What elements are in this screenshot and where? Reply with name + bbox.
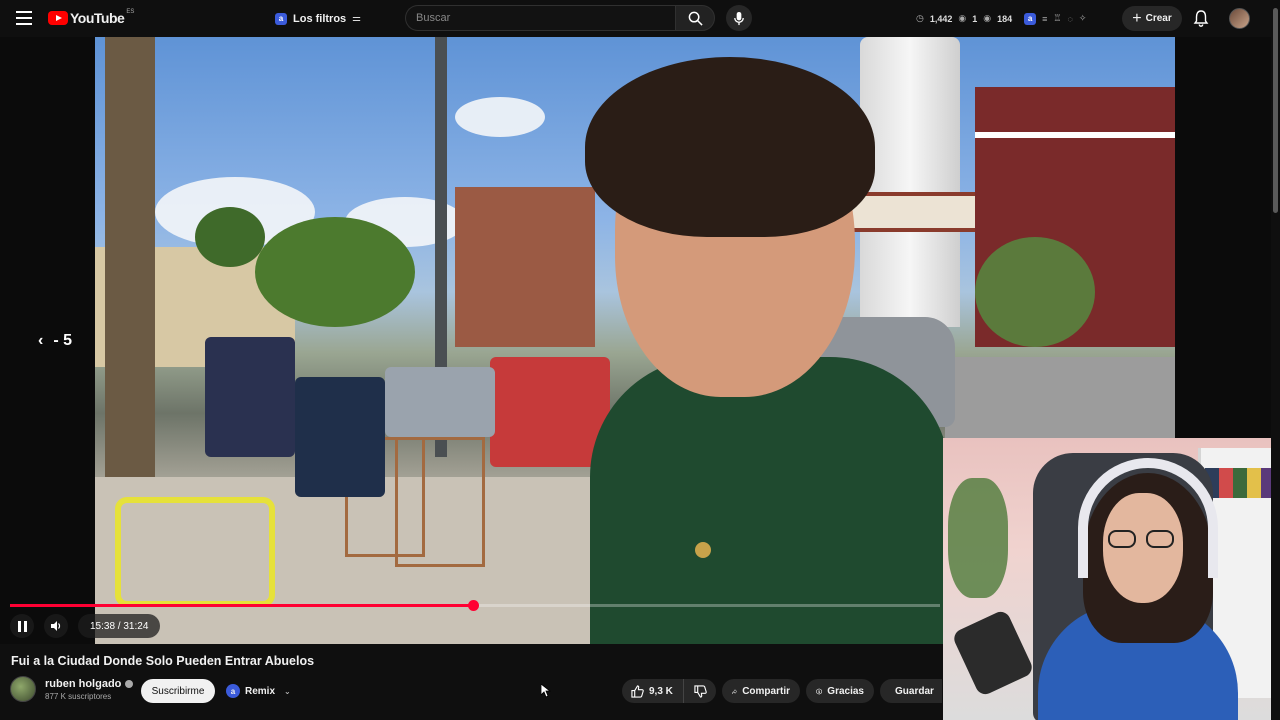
microphone-icon (734, 11, 744, 25)
create-button[interactable]: + Crear (1122, 6, 1182, 31)
search-button[interactable] (675, 5, 715, 31)
webcam-overlay (943, 438, 1280, 720)
road (945, 357, 1175, 447)
pause-button[interactable] (10, 614, 34, 638)
thumbs-down-icon (693, 684, 707, 698)
channel-info: ruben holgado 877 K suscriptores (10, 676, 134, 702)
subscribe-button[interactable]: Suscribirme (141, 679, 215, 703)
youtube-play-icon (48, 11, 68, 25)
wheelchair (115, 497, 275, 607)
dislike-button[interactable] (684, 679, 716, 703)
notifications-button[interactable] (1192, 9, 1210, 27)
tree (195, 207, 265, 267)
voice-search-button[interactable] (726, 5, 752, 31)
sparkle-icon[interactable]: ✧ (1079, 13, 1087, 24)
account-avatar[interactable] (1229, 8, 1250, 29)
thanks-label: Gracias (827, 685, 864, 697)
person-shirt (590, 357, 950, 644)
search-input[interactable] (406, 6, 675, 30)
menu-icon[interactable] (16, 11, 32, 25)
share-button[interactable]: Compartir (722, 679, 800, 703)
person-hair (585, 57, 875, 237)
save-button[interactable]: Guardar (880, 679, 942, 703)
like-button[interactable]: 9,3 K (622, 679, 684, 703)
shirt-logo (695, 542, 711, 558)
folding-chair (395, 437, 485, 567)
barn-trim (975, 132, 1175, 138)
progress-played (10, 604, 474, 607)
extension-icon[interactable]: a (1024, 12, 1037, 25)
remix-label: Remix (245, 685, 276, 697)
tree (975, 237, 1095, 347)
car (385, 367, 495, 437)
microphone-arm (951, 608, 1035, 698)
subscriber-count: 877 K suscriptores (45, 691, 112, 701)
page-scrollbar[interactable] (1271, 0, 1280, 720)
channel-avatar[interactable] (10, 676, 36, 702)
eye-icon: ◉ (983, 13, 992, 23)
share-icon (732, 688, 738, 694)
thanks-button[interactable]: $ Gracias (806, 679, 874, 703)
extension-stats: ◷ 1,442 ◉ 1 ◉ 184 a ≡ ♖ ◌ ✧ (916, 8, 1086, 29)
remix-badge-icon: a (226, 684, 240, 698)
svg-text:$: $ (818, 689, 820, 693)
stat-views: 1,442 (929, 13, 953, 24)
palm-trunk (105, 37, 155, 477)
mute-button[interactable] (44, 614, 68, 638)
tree (255, 217, 415, 327)
like-count: 9,3 K (649, 685, 673, 697)
water-tower-band (850, 192, 975, 232)
super-thanks-icon: $ (816, 687, 822, 695)
player-controls: 15:38 / 31:24 (10, 614, 161, 638)
search-icon (688, 11, 703, 26)
building (455, 187, 595, 347)
seek-back-label: - 5 (53, 332, 72, 349)
chevron-down-icon: ⌄ (284, 686, 291, 696)
filters-label: Los filtros (293, 12, 347, 25)
trophy-icon[interactable]: ♖ (1053, 13, 1061, 24)
pause-icon (17, 620, 27, 632)
bell-icon (1193, 10, 1209, 27)
share-label: Compartir (742, 685, 790, 697)
cloud (455, 97, 545, 137)
plant (948, 478, 1008, 598)
books (1205, 468, 1275, 498)
plus-icon: + (1132, 9, 1142, 27)
sliders-icon: ⚌ (352, 13, 362, 24)
scrollbar-thumb[interactable] (1273, 8, 1278, 213)
seek-back-indicator: ‹ - 5 (38, 332, 72, 350)
progress-bar[interactable] (10, 600, 940, 611)
logo-text: YouTube (70, 10, 125, 26)
volume-icon (51, 621, 61, 631)
water-tower (860, 37, 960, 327)
filters-button[interactable]: a Los filtros ⚌ (267, 8, 369, 29)
logo-region: ES (126, 9, 135, 15)
save-label: Guardar (895, 685, 934, 697)
video-title: Fui a la Ciudad Donde Solo Pueden Entrar… (11, 654, 315, 668)
list-icon[interactable]: ≡ (1042, 14, 1047, 24)
thumbs-up-icon (631, 684, 644, 698)
stat-a: 1 (972, 13, 978, 24)
chevron-left-icon: ‹ (38, 332, 44, 349)
channel-name[interactable]: ruben holgado (45, 678, 121, 690)
seated-people (205, 337, 295, 457)
extension-badge-icon: a (275, 12, 287, 25)
youtube-logo[interactable]: YouTube ES (48, 9, 135, 26)
eye-icon: ◉ (958, 13, 967, 23)
chat-icon[interactable]: ◌ (1068, 14, 1073, 24)
clock-icon: ◷ (916, 13, 924, 23)
seated-people (295, 377, 385, 497)
search-box (405, 5, 675, 31)
like-dislike-group: 9,3 K (622, 679, 716, 703)
top-bar: YouTube ES a Los filtros ⚌ ◷ 1,442 ◉ 1 ◉… (0, 0, 1280, 37)
time-display: 15:38 / 31:24 (78, 614, 161, 638)
remix-button[interactable]: a Remix ⌄ (223, 679, 293, 703)
create-label: Crear (1145, 13, 1172, 24)
verified-icon (125, 679, 134, 688)
stat-b: 184 (997, 13, 1013, 24)
